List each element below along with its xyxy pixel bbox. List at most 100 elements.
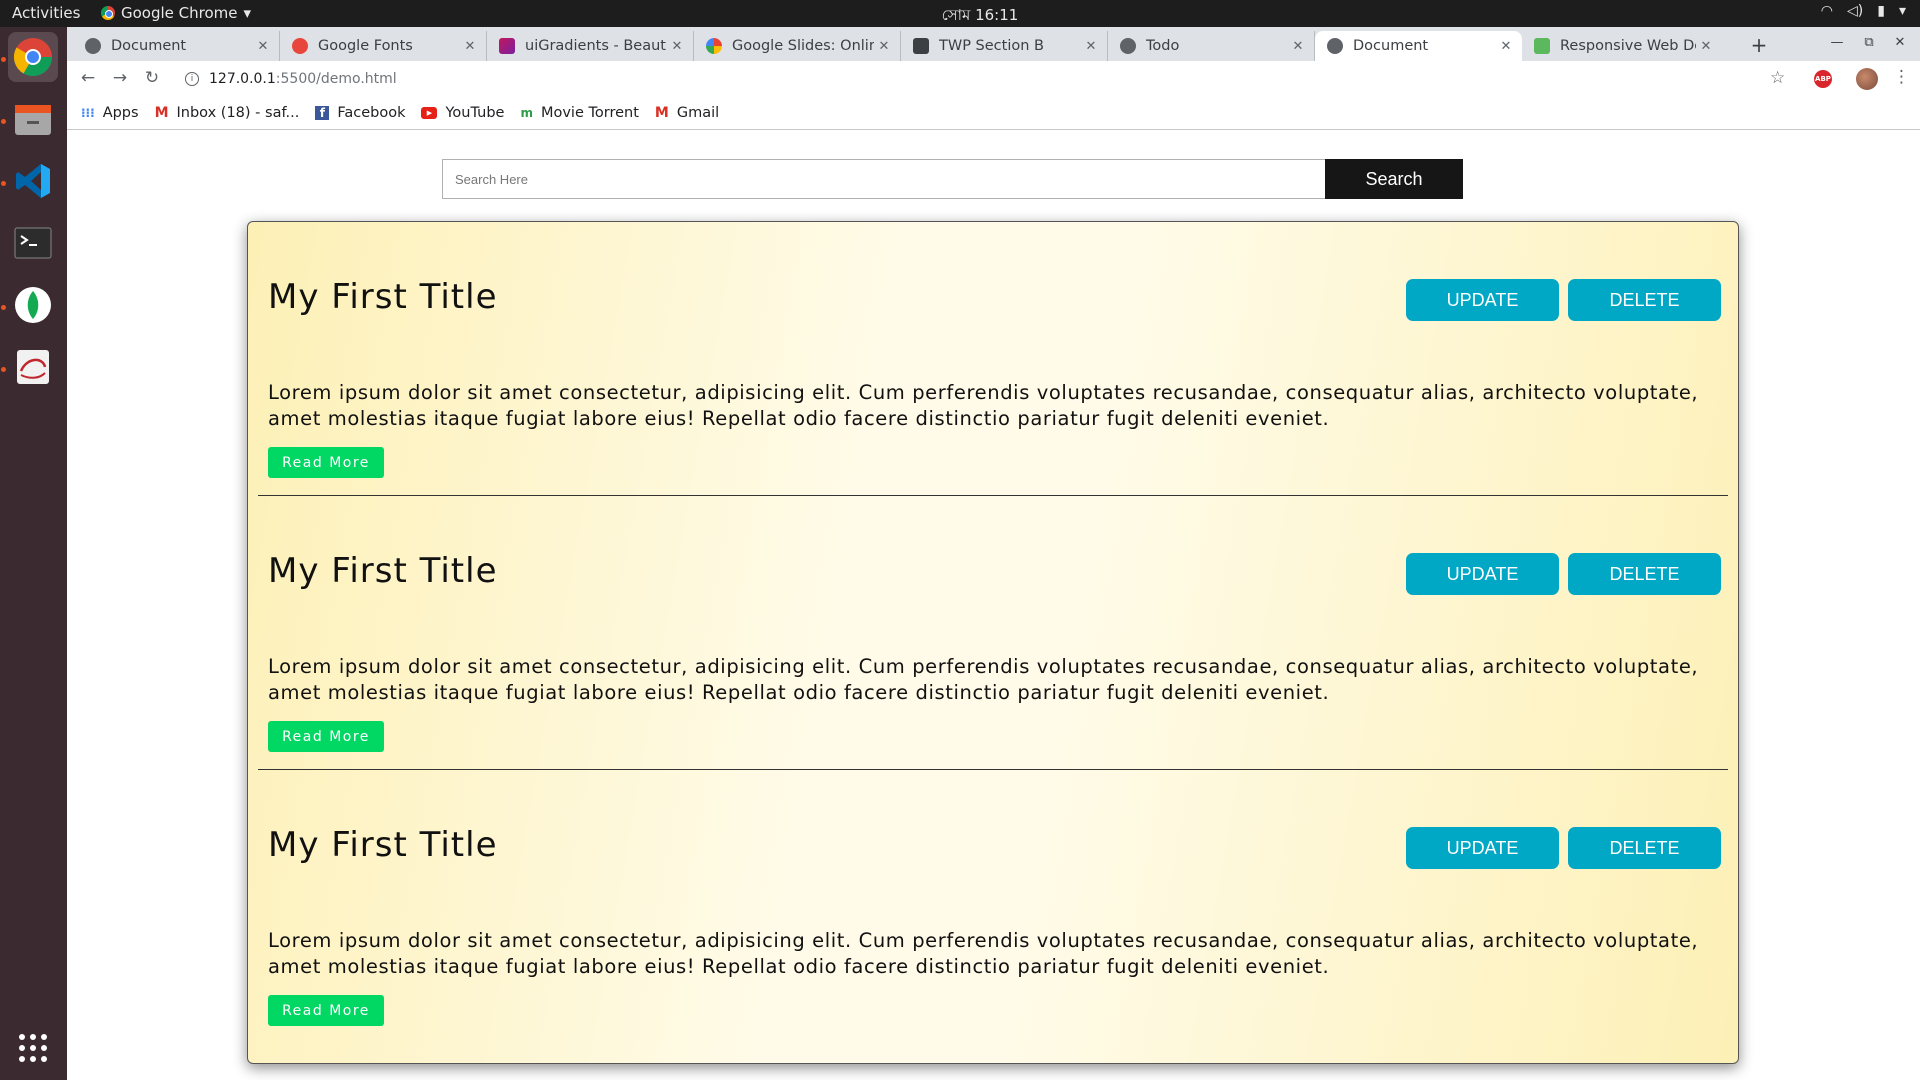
search-input[interactable] xyxy=(442,159,1325,199)
posts-container: My First Title UPDATE DELETE Lorem ipsum… xyxy=(247,221,1739,1064)
close-icon[interactable]: ✕ xyxy=(1696,39,1716,54)
close-window-icon[interactable]: ✕ xyxy=(1890,35,1910,50)
dock-mongodb-compass[interactable] xyxy=(8,280,58,330)
battery-icon: ▮ xyxy=(1877,3,1885,19)
torrent-icon: m xyxy=(520,106,533,120)
bookmark-label: Movie Torrent xyxy=(540,105,639,121)
tab-document-active[interactable]: Document ✕ xyxy=(1315,31,1522,61)
delete-button[interactable]: DELETE xyxy=(1568,553,1721,595)
tab-todo[interactable]: Todo ✕ xyxy=(1108,31,1315,61)
bookmark-label: Inbox (18) - saf... xyxy=(176,105,300,121)
bookmark-movie-torrent[interactable]: m Movie Torrent xyxy=(520,105,638,121)
app-menu[interactable]: Google Chrome ▾ xyxy=(101,4,251,22)
tab-title: Google Fonts xyxy=(318,38,413,54)
dock xyxy=(0,27,67,1080)
read-more-button[interactable]: Read More xyxy=(268,995,384,1026)
system-tray[interactable]: ◠ ◁) ▮ ▾ xyxy=(1821,3,1906,19)
avatar[interactable] xyxy=(1856,68,1878,90)
vscode-icon xyxy=(16,164,50,198)
bookmark-youtube[interactable]: ▶ YouTube xyxy=(421,105,504,121)
forward-icon[interactable]: → xyxy=(109,68,131,88)
close-icon[interactable]: ✕ xyxy=(1081,39,1101,54)
tab-twp-section-b[interactable]: TWP Section B ✕ xyxy=(901,31,1108,61)
running-indicator xyxy=(1,367,6,372)
read-more-button[interactable]: Read More xyxy=(268,721,384,752)
delete-button[interactable]: DELETE xyxy=(1568,827,1721,869)
post-title: My First Title xyxy=(268,825,498,865)
post-body: Lorem ipsum dolor sit amet consectetur, … xyxy=(268,381,1699,430)
show-applications-button[interactable] xyxy=(8,1023,58,1073)
dock-terminal[interactable] xyxy=(8,218,58,268)
close-icon[interactable]: ✕ xyxy=(460,39,480,54)
clock[interactable]: সোম 16:11 xyxy=(920,4,1040,29)
reload-icon[interactable]: ↻ xyxy=(141,68,163,88)
bookmarks-bar: ⁝⁝⁝ Apps M Inbox (18) - saf... f Faceboo… xyxy=(67,97,1920,130)
facebook-icon: f xyxy=(315,106,330,120)
running-indicator xyxy=(1,181,6,186)
bookmark-star-icon[interactable]: ☆ xyxy=(1770,68,1785,88)
tab-document-1[interactable]: Document ✕ xyxy=(73,31,280,61)
tab-title: Responsive Web Des xyxy=(1560,38,1696,54)
bookmark-gmail[interactable]: M Gmail xyxy=(655,105,719,121)
bookmark-label: YouTube xyxy=(445,105,505,121)
dock-vscode[interactable] xyxy=(8,156,58,206)
tab-responsive-web-design[interactable]: Responsive Web Des ✕ xyxy=(1522,31,1722,61)
dock-chrome[interactable] xyxy=(8,32,58,82)
close-icon[interactable]: ✕ xyxy=(253,39,273,54)
post-title: My First Title xyxy=(268,277,498,317)
back-icon[interactable]: ← xyxy=(77,68,99,88)
globe-icon xyxy=(1120,38,1136,54)
tab-google-slides[interactable]: Google Slides: Online ✕ xyxy=(694,31,901,61)
chrome-icon xyxy=(101,6,115,20)
restore-icon[interactable]: ⧉ xyxy=(1859,35,1879,50)
dock-text-editor[interactable] xyxy=(8,342,58,392)
globe-icon xyxy=(1327,38,1343,54)
adblock-plus-icon[interactable]: ABP xyxy=(1814,70,1832,88)
post-card: My First Title UPDATE DELETE Lorem ipsum… xyxy=(258,222,1728,496)
tab-title: Todo xyxy=(1146,38,1180,54)
delete-button[interactable]: DELETE xyxy=(1568,279,1721,321)
tab-uigradients[interactable]: uiGradients - Beautif ✕ xyxy=(487,31,694,61)
post-body: Lorem ipsum dolor sit amet consectetur, … xyxy=(268,929,1699,978)
close-icon[interactable]: ✕ xyxy=(667,39,687,54)
bookmark-label: Apps xyxy=(102,105,139,121)
running-indicator xyxy=(1,305,6,310)
dock-files[interactable] xyxy=(8,94,58,144)
post-body: Lorem ipsum dolor sit amet consectetur, … xyxy=(268,655,1699,704)
terminal-icon xyxy=(14,227,52,259)
read-more-button[interactable]: Read More xyxy=(268,447,384,478)
tab-google-fonts[interactable]: Google Fonts ✕ xyxy=(280,31,487,61)
wifi-icon: ◠ xyxy=(1820,3,1834,19)
activities-button[interactable]: Activities xyxy=(12,4,80,22)
minimize-icon[interactable]: — xyxy=(1827,35,1847,50)
more-menu-icon[interactable]: ⋮ xyxy=(1893,67,1910,87)
new-tab-button[interactable]: + xyxy=(1748,33,1770,57)
bookmark-apps[interactable]: ⁝⁝⁝ Apps xyxy=(81,105,139,121)
google-fonts-icon xyxy=(292,38,308,54)
address-bar[interactable]: i 127.0.0.1 :5500/demo.html xyxy=(177,65,1857,93)
search-button[interactable]: Search xyxy=(1325,159,1463,199)
bookmark-label: Gmail xyxy=(676,105,720,121)
info-icon[interactable]: i xyxy=(185,72,199,86)
close-icon[interactable]: ✕ xyxy=(874,39,894,54)
close-icon[interactable]: ✕ xyxy=(1496,39,1516,54)
tab-title: TWP Section B xyxy=(939,38,1044,54)
bookmark-facebook[interactable]: f Facebook xyxy=(315,105,405,121)
volume-icon: ◁) xyxy=(1847,3,1864,19)
uigradients-icon xyxy=(499,38,515,54)
post-title: My First Title xyxy=(268,551,498,591)
update-button[interactable]: UPDATE xyxy=(1406,553,1559,595)
close-icon[interactable]: ✕ xyxy=(1288,39,1308,54)
toolbar: ← → ↻ i 127.0.0.1 :5500/demo.html ☆ ABP … xyxy=(67,61,1920,97)
update-button[interactable]: UPDATE xyxy=(1406,279,1559,321)
classroom-icon xyxy=(913,38,929,54)
apps-grid-icon: ⁝⁝⁝ xyxy=(81,106,95,120)
apps-grid-icon xyxy=(19,1034,47,1062)
gmail-icon: M xyxy=(154,105,169,121)
chrome-icon xyxy=(13,38,53,77)
youtube-icon: ▶ xyxy=(421,107,438,119)
bookmark-inbox[interactable]: M Inbox (18) - saf... xyxy=(155,105,300,121)
mongodb-compass-icon xyxy=(15,287,51,323)
update-button[interactable]: UPDATE xyxy=(1406,827,1559,869)
running-indicator xyxy=(1,57,6,62)
